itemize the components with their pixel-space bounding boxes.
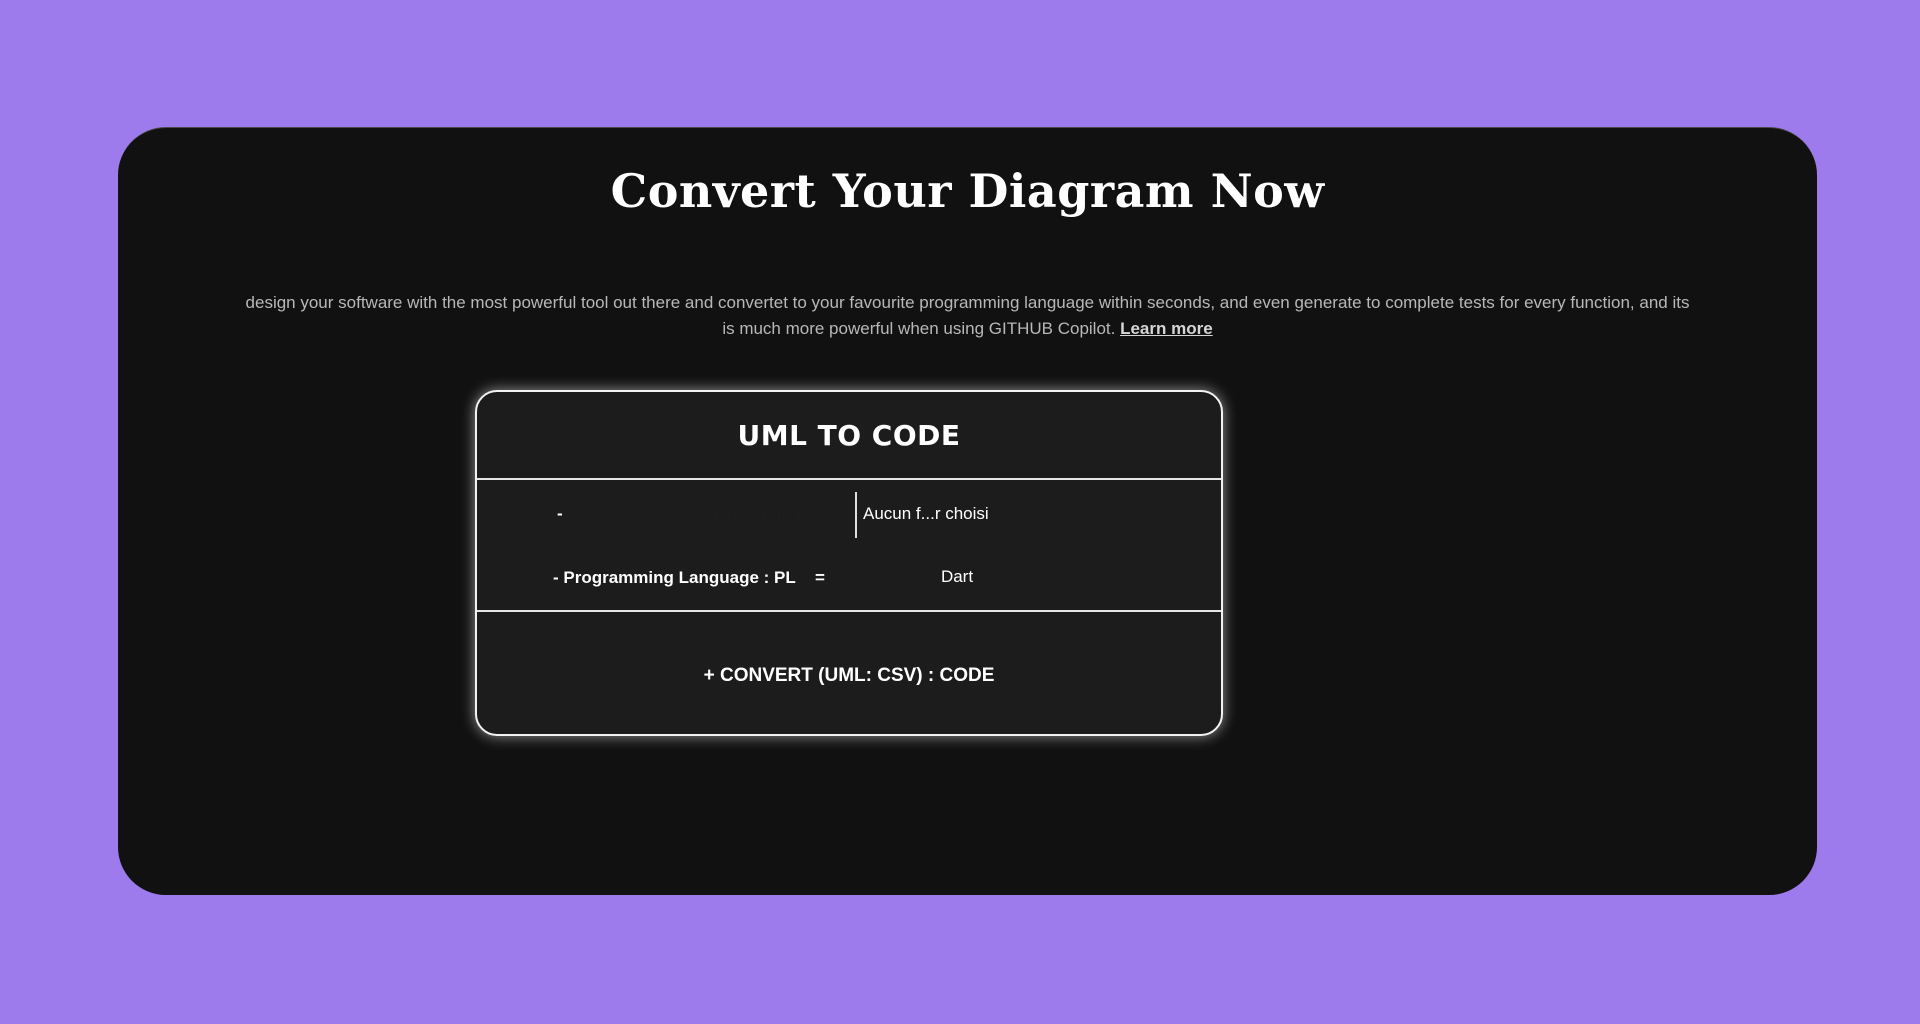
file-upload-row: - Choisir un fichier Aucun f...r choisi [477,490,1221,538]
uml-to-code-card: UML TO CODE - Choisir un fichier Aucun f… [475,390,1223,736]
language-row: - Programming Language : PL = Dart [477,554,1221,602]
hero-description-text: design your software with the most power… [245,293,1690,338]
hero-title: Convert Your Diagram Now [610,164,1325,218]
language-select[interactable]: Dart [877,560,1037,594]
file-status-text: Aucun f...r choisi [863,504,989,523]
card-divider [477,610,1221,612]
card-header: UML TO CODE [477,392,1221,480]
card-title: UML TO CODE [737,418,961,452]
hero-description: design your software with the most power… [238,290,1697,342]
choose-file-button[interactable]: Choisir un fichier [675,492,857,538]
language-equals: = [815,568,825,587]
file-row-dash: - [557,504,563,523]
convert-button[interactable]: + CONVERT (UML: CSV) : CODE [477,660,1221,690]
learn-more-link[interactable]: Learn more [1120,319,1213,338]
language-label: - Programming Language : PL [553,568,796,587]
